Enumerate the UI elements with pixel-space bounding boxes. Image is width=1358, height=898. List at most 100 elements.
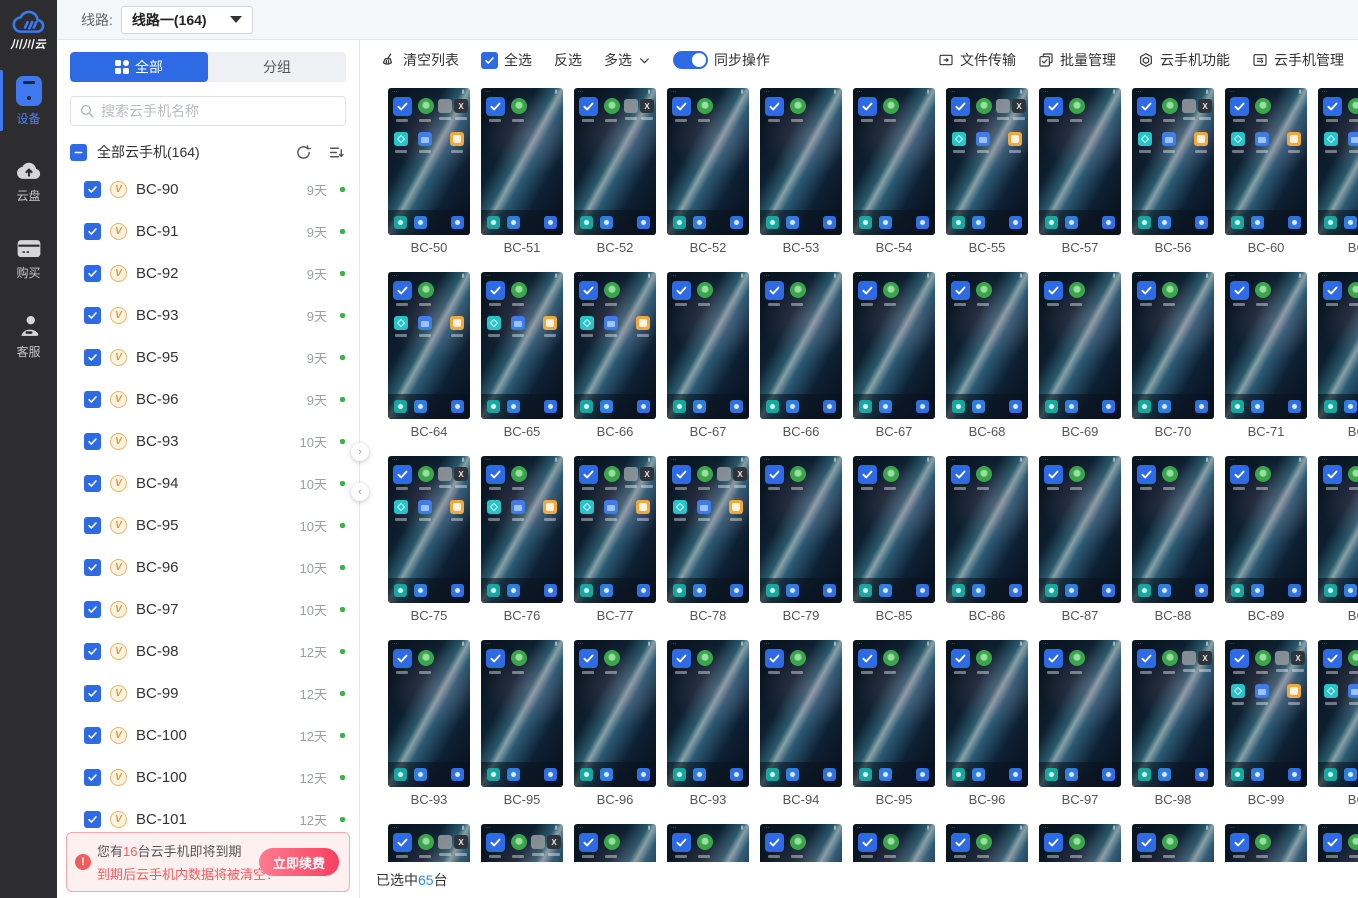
phone-card[interactable]: ···▮·BC-64: [388, 272, 470, 443]
panel-expand-handle[interactable]: ›: [351, 443, 369, 461]
phone-screen[interactable]: ···▮·: [1039, 640, 1121, 787]
phone-screen[interactable]: ···▮·X: [388, 88, 470, 235]
phone-card[interactable]: ···▮·BC-95: [853, 640, 935, 811]
phone-card[interactable]: ···▮·XBC-56: [1132, 88, 1214, 259]
phone-card[interactable]: ···▮·BC-93: [388, 640, 470, 811]
phone-screen[interactable]: ···▮·: [1318, 272, 1358, 419]
device-checkbox[interactable]: [84, 643, 101, 660]
phone-screen[interactable]: ···▮·: [1318, 456, 1358, 603]
device-row[interactable]: VBC-919天: [57, 210, 359, 252]
device-checkbox[interactable]: [84, 559, 101, 576]
device-checkbox[interactable]: [84, 811, 101, 828]
device-checkbox[interactable]: [84, 391, 101, 408]
phone-screen[interactable]: ···▮·: [1318, 640, 1358, 787]
phone-screen[interactable]: ···▮·: [574, 272, 656, 419]
phone-card[interactable]: ···▮·BC-69: [1039, 272, 1121, 443]
phone-card[interactable]: ···▮·BC-67: [667, 272, 749, 443]
phone-card[interactable]: ···▮·BC-96: [574, 640, 656, 811]
phone-card[interactable]: ···▮·XBC-52: [574, 88, 656, 259]
device-checkbox[interactable]: [84, 475, 101, 492]
phone-screen[interactable]: ···▮·X: [574, 456, 656, 603]
phone-card[interactable]: ···▮·BC-87: [1039, 456, 1121, 627]
phone-screen[interactable]: ···▮·: [946, 456, 1028, 603]
phone-screen[interactable]: ···▮·: [667, 640, 749, 787]
invert-selection-button[interactable]: 反选: [554, 50, 582, 70]
phone-screen[interactable]: ···▮·: [853, 272, 935, 419]
phone-card[interactable]: ···▮·BC-: [1318, 640, 1358, 811]
phone-screen[interactable]: ···▮·: [1039, 272, 1121, 419]
device-checkbox[interactable]: [84, 769, 101, 786]
phone-screen[interactable]: ···▮·: [1039, 88, 1121, 235]
phone-screen[interactable]: ···▮·: [946, 272, 1028, 419]
phone-card[interactable]: ···▮·BC-76: [481, 456, 563, 627]
sidebar-item-support[interactable]: 客服: [0, 303, 57, 368]
phone-card[interactable]: ···▮·BC-95: [481, 640, 563, 811]
sidebar-item-cloud-disk[interactable]: 云盘: [0, 149, 57, 212]
device-row[interactable]: VBC-9410天: [57, 462, 359, 504]
device-checkbox[interactable]: [84, 517, 101, 534]
device-checkbox[interactable]: [84, 685, 101, 702]
device-row[interactable]: VBC-929天: [57, 252, 359, 294]
file-transfer-button[interactable]: 文件传输: [938, 50, 1016, 70]
phone-card[interactable]: ···▮·BC-68: [946, 272, 1028, 443]
line-select[interactable]: 线路一(164): [121, 6, 253, 34]
device-checkbox[interactable]: [84, 181, 101, 198]
device-row[interactable]: VBC-939天: [57, 294, 359, 336]
device-row[interactable]: VBC-10012天: [57, 714, 359, 756]
phone-screen[interactable]: ···▮·: [1225, 88, 1307, 235]
phone-screen[interactable]: ···▮·X: [667, 456, 749, 603]
device-row[interactable]: VBC-9510天: [57, 504, 359, 546]
phone-screen[interactable]: ···▮·: [481, 456, 563, 603]
phone-card[interactable]: ···▮·BC-97: [1039, 640, 1121, 811]
phone-card[interactable]: ···▮·BC-51: [481, 88, 563, 259]
device-row[interactable]: VBC-909天: [57, 168, 359, 210]
phone-card[interactable]: ···▮·BC-66: [574, 272, 656, 443]
phone-card[interactable]: ···▮·BC-94: [760, 640, 842, 811]
device-row[interactable]: VBC-9610天: [57, 546, 359, 588]
phone-card[interactable]: ···▮·XBC-77: [574, 456, 656, 627]
device-checkbox[interactable]: [84, 433, 101, 450]
phone-card[interactable]: ···▮·BC-85: [853, 456, 935, 627]
phone-screen[interactable]: ···▮·: [1225, 272, 1307, 419]
device-row[interactable]: VBC-10012天: [57, 756, 359, 798]
phone-card[interactable]: ···▮·BC-57: [1039, 88, 1121, 259]
phone-card[interactable]: ···▮·XBC-78: [667, 456, 749, 627]
multi-select-dropdown[interactable]: 多选: [604, 50, 651, 70]
panel-collapse-handle[interactable]: ‹: [351, 483, 369, 501]
phone-card[interactable]: ···▮·XBC-98: [1132, 640, 1214, 811]
phone-screen[interactable]: ···▮·X: [1225, 640, 1307, 787]
phone-card[interactable]: ···▮·BC-65: [481, 272, 563, 443]
device-row[interactable]: VBC-9310天: [57, 420, 359, 462]
phone-card[interactable]: ···▮·BC-71: [1225, 272, 1307, 443]
phone-screen[interactable]: ···▮·: [481, 272, 563, 419]
phone-card[interactable]: ···▮·XBC-50: [388, 88, 470, 259]
phone-screen[interactable]: ···▮·: [388, 272, 470, 419]
select-all-group-checkbox[interactable]: [70, 144, 87, 161]
phone-card[interactable]: ···▮·BC-88: [1132, 456, 1214, 627]
phone-screen[interactable]: ···▮·X: [1132, 640, 1214, 787]
device-row[interactable]: VBC-9710天: [57, 588, 359, 630]
phone-screen[interactable]: ···▮·: [667, 88, 749, 235]
phone-card[interactable]: ···▮·BC-60: [1225, 88, 1307, 259]
phone-card[interactable]: ···▮·XBC-55: [946, 88, 1028, 259]
phone-card[interactable]: ···▮·BC-66: [760, 272, 842, 443]
phone-screen[interactable]: ···▮·X: [1132, 88, 1214, 235]
phone-screen[interactable]: ···▮·: [1132, 272, 1214, 419]
phone-screen[interactable]: ···▮·X: [388, 456, 470, 603]
phone-screen[interactable]: ···▮·: [853, 640, 935, 787]
phone-screen[interactable]: ···▮·: [1225, 456, 1307, 603]
phone-screen[interactable]: ···▮·: [1039, 456, 1121, 603]
cloud-phone-manage-button[interactable]: 云手机管理: [1252, 50, 1344, 70]
phone-screen[interactable]: ···▮·: [481, 88, 563, 235]
phone-card[interactable]: ···▮·BC-86: [946, 456, 1028, 627]
tab-groups[interactable]: 分组: [208, 52, 346, 82]
phone-card[interactable]: ···▮·BC-96: [946, 640, 1028, 811]
sidebar-item-purchase[interactable]: 购买: [0, 226, 57, 289]
phone-card[interactable]: ···▮·BC-54: [853, 88, 935, 259]
sync-toggle[interactable]: [673, 51, 708, 69]
tab-all[interactable]: 全部: [70, 52, 208, 82]
device-row[interactable]: VBC-9912天: [57, 672, 359, 714]
phone-screen[interactable]: ···▮·: [760, 88, 842, 235]
phone-screen[interactable]: ···▮·: [667, 272, 749, 419]
phone-screen[interactable]: ···▮·X: [946, 88, 1028, 235]
